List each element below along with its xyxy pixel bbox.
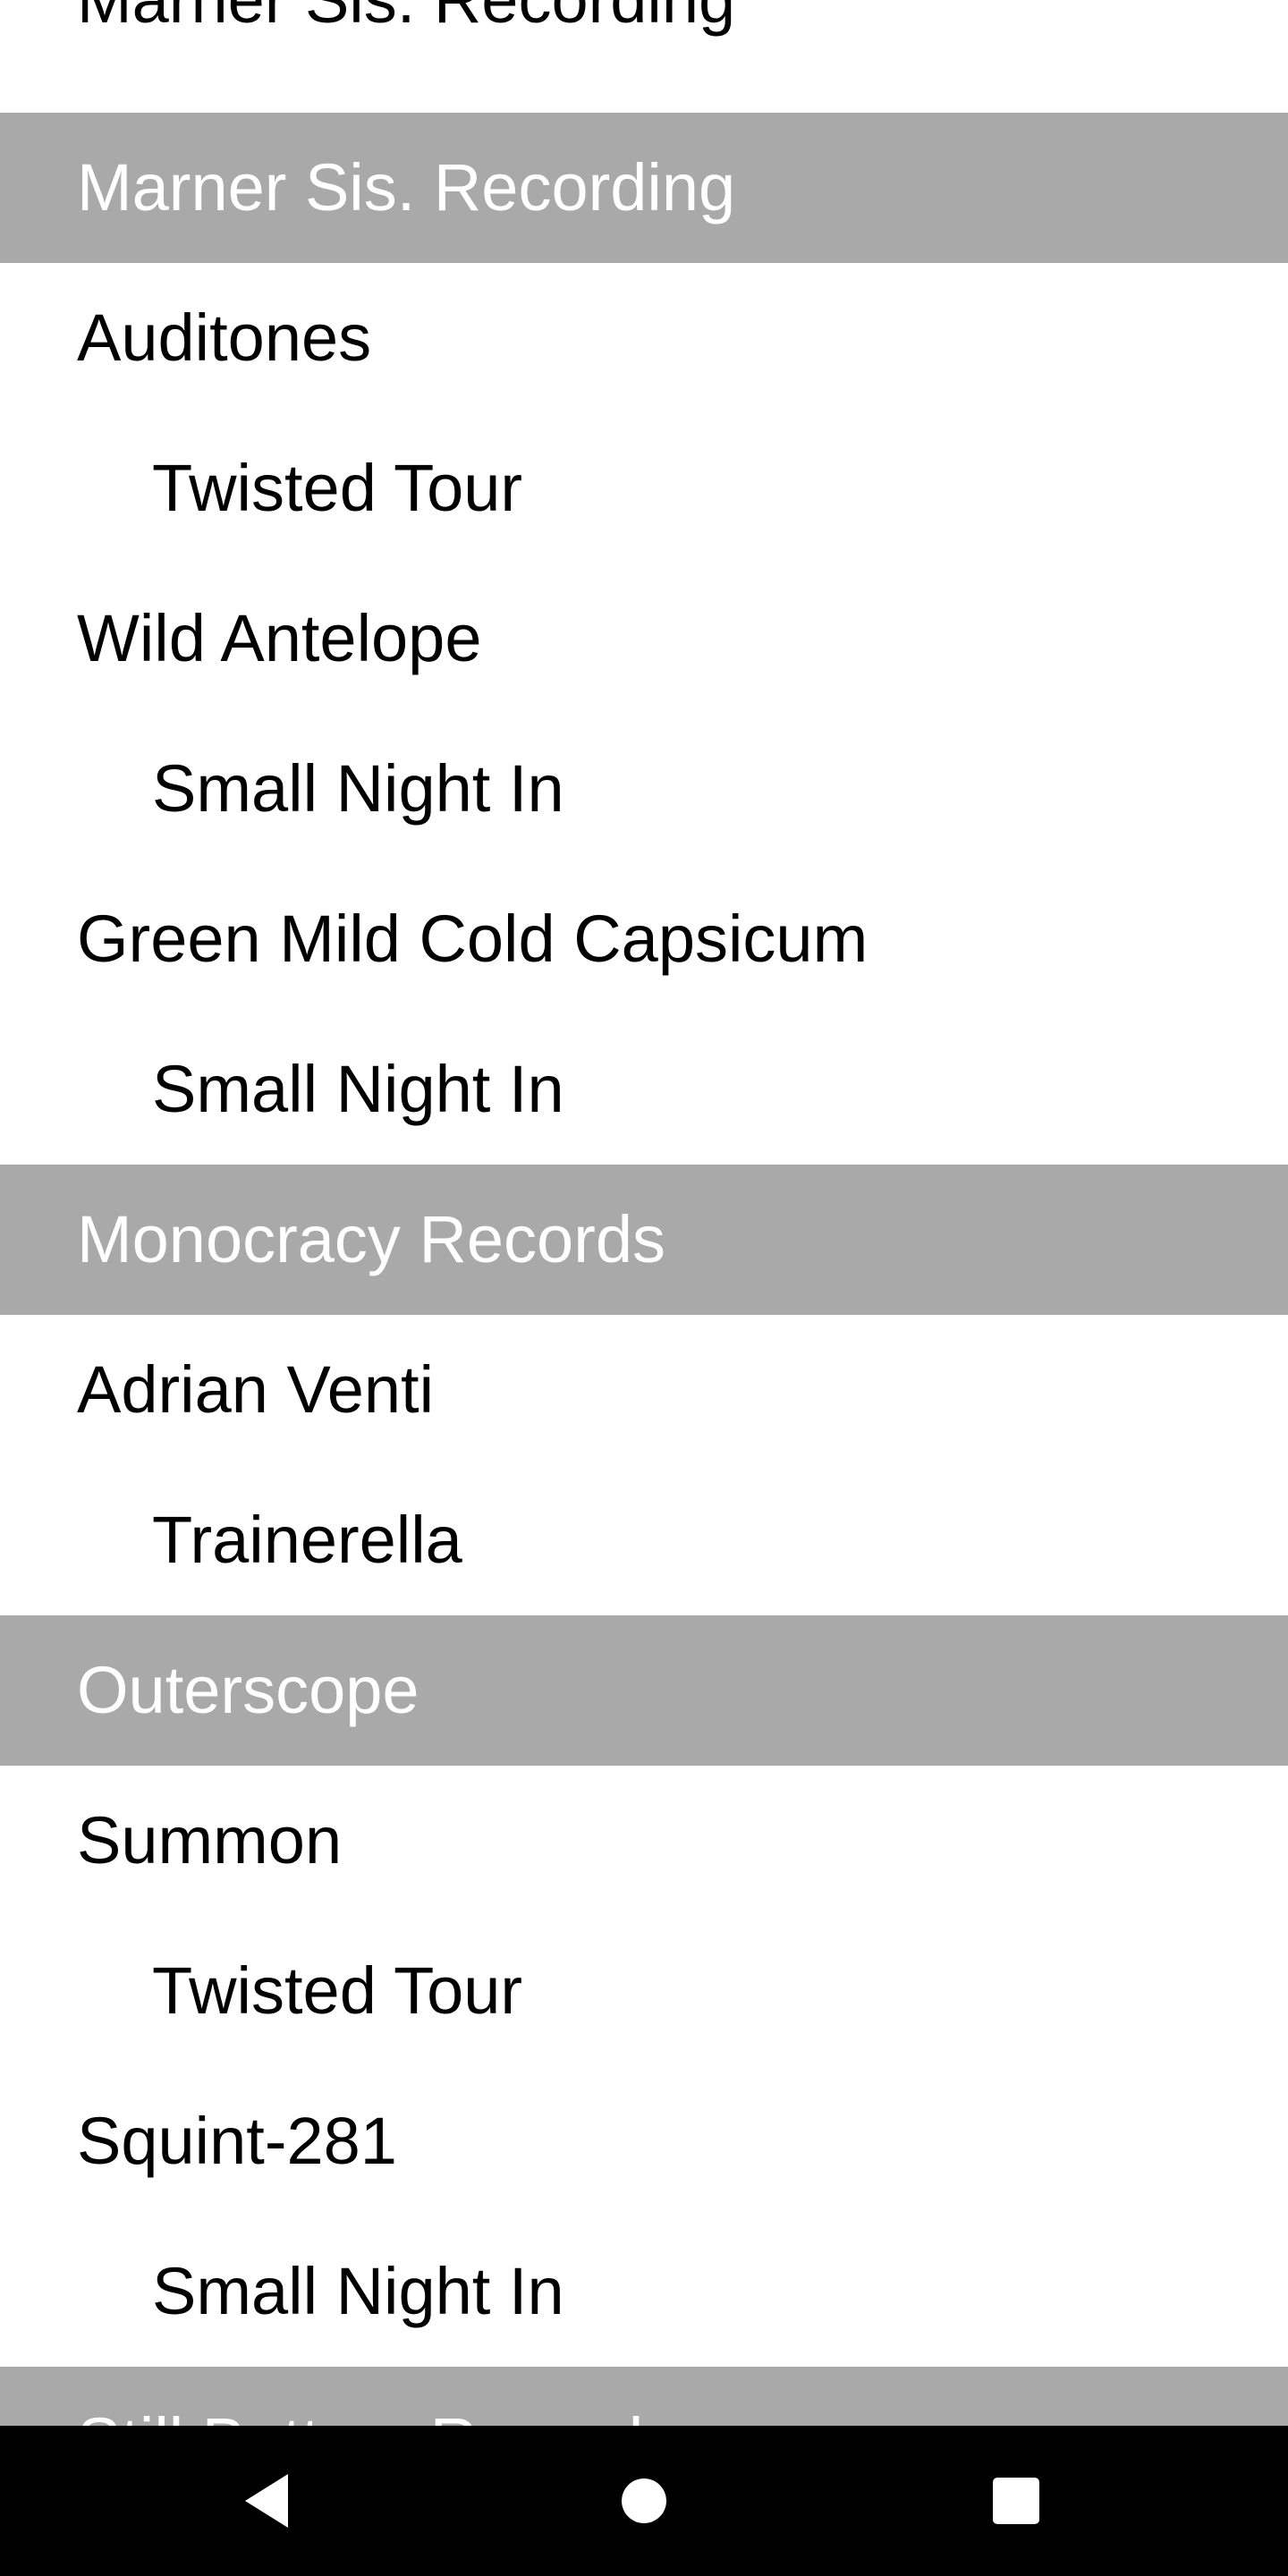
section-header-label: Still Bottom Records <box>0 2367 1288 2426</box>
album-title: Twisted Tour <box>152 1953 523 2028</box>
artist-item[interactable]: Adrian Venti <box>0 1315 1288 1465</box>
artist-name: Summon <box>77 1803 343 1877</box>
album-title: Trainerella <box>152 1503 462 1577</box>
album-title: Twisted Tour <box>152 451 523 525</box>
section-header-title: Still Bottom Records <box>77 2404 676 2426</box>
artist-item[interactable]: Wild Antelope <box>0 564 1288 714</box>
section-header-title: Monocracy Records <box>77 1202 666 1276</box>
section-header-label: Monocracy Records <box>0 1165 1288 1315</box>
album-title: Small Night In <box>152 2254 564 2328</box>
album-item[interactable]: Trainerella <box>0 1465 1288 1615</box>
square-recents-icon <box>993 2478 1039 2524</box>
triangle-back-icon <box>245 2474 288 2528</box>
artist-item[interactable]: Auditones <box>0 263 1288 413</box>
album-item[interactable]: Small Night In <box>0 1014 1288 1165</box>
home-button[interactable] <box>569 2426 719 2576</box>
section-header-title: Marner Sis. Recording <box>77 150 736 225</box>
section-header-title: Outerscope <box>77 1653 419 1727</box>
album-title: Small Night In <box>152 1052 564 1126</box>
section-header-label: Marner Sis. Recording <box>0 113 1288 263</box>
artist-item[interactable]: Summon <box>0 1766 1288 1916</box>
album-title: Small Night In <box>152 751 564 826</box>
artist-name: Wild Antelope <box>77 601 482 675</box>
section-header-label: Outerscope <box>0 1615 1288 1766</box>
album-item[interactable]: Twisted Tour <box>0 413 1288 564</box>
album-item[interactable]: Twisted Tour <box>0 1916 1288 2066</box>
recents-button[interactable] <box>941 2426 1091 2576</box>
artist-name: Squint-281 <box>77 2104 397 2178</box>
artist-name: Auditones <box>77 301 372 375</box>
album-item[interactable]: Small Night In <box>0 714 1288 864</box>
album-item[interactable]: Small Night In <box>0 2216 1288 2367</box>
back-button[interactable] <box>193 2426 343 2576</box>
list-item-label: Marner Sis. Recording <box>77 0 735 37</box>
artist-item[interactable]: Squint-281 <box>0 2066 1288 2216</box>
label-artist-list[interactable]: Marner Sis. Recording Marner Sis. Record… <box>0 0 1288 2426</box>
artist-name: Adrian Venti <box>77 1352 435 1427</box>
artist-item[interactable]: Green Mild Cold Capsicum <box>0 864 1288 1014</box>
artist-name: Green Mild Cold Capsicum <box>77 902 869 976</box>
list-item-partial[interactable]: Marner Sis. Recording <box>0 0 1288 75</box>
circle-home-icon <box>622 2479 666 2523</box>
system-navigation-bar <box>0 2426 1288 2576</box>
